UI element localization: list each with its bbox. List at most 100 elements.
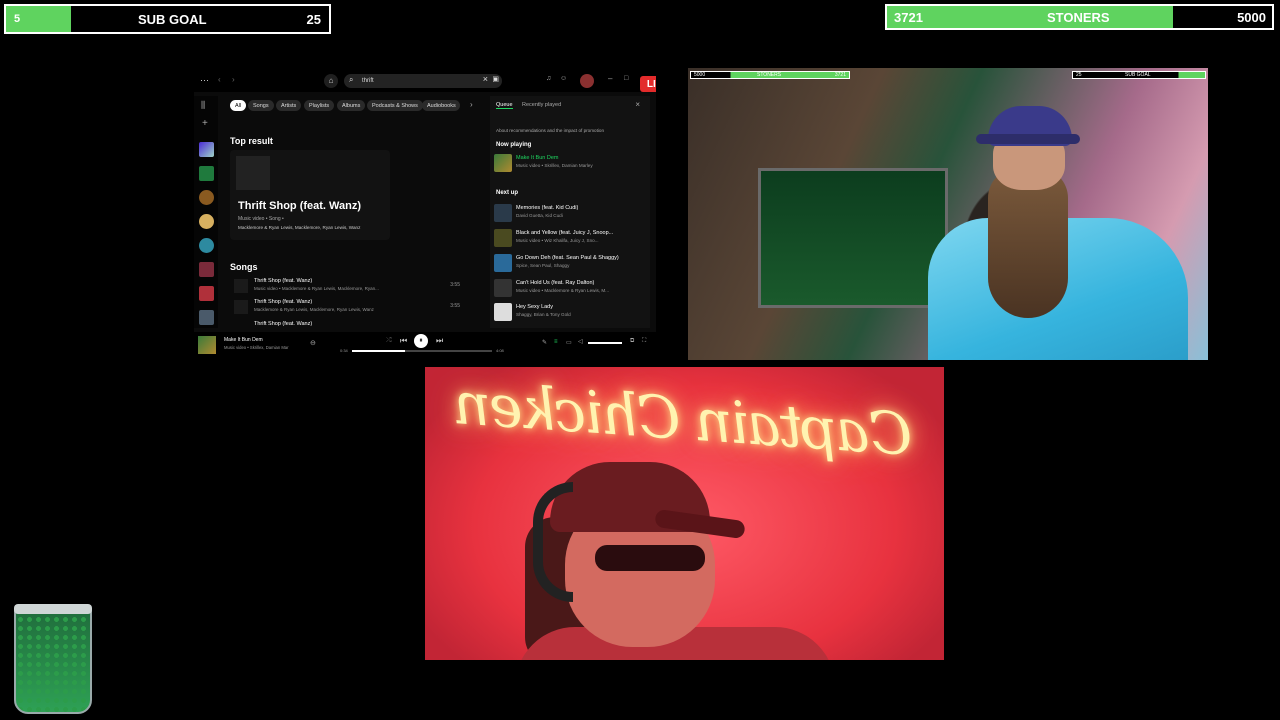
queue-item[interactable]: Can't Hold Us (feat. Ray Dalton) Music vi… [494, 279, 644, 297]
stoners-goal-bar: 3721 STONERS 5000 [885, 4, 1274, 30]
tab-queue[interactable]: Queue [496, 102, 513, 109]
top-result-heading: Top result [230, 136, 273, 146]
pc-case [758, 168, 948, 308]
queue-item[interactable]: Go Down Deh (feat. Sean Paul & Shaggy) Sp… [494, 254, 644, 272]
friends-icon[interactable]: ☺ [560, 75, 567, 82]
next-icon[interactable]: ⏭ [436, 336, 443, 346]
close-icon[interactable]: × [635, 100, 640, 109]
pause-button[interactable]: ⏸ [414, 334, 428, 348]
shuffle-icon[interactable]: ⤮ [386, 337, 392, 345]
filter-playlists[interactable]: Playlists [304, 100, 335, 111]
jar-widget [14, 604, 92, 714]
avatar[interactable] [580, 74, 594, 88]
mirrored-stoners-bar: 5000 STONERS 3721 [690, 71, 850, 79]
song-row[interactable]: Thrift Shop (feat. Wanz) [230, 319, 464, 329]
playlist-icon-5[interactable] [199, 286, 214, 301]
track-sub: Spice, Sean Paul, Shaggy [516, 263, 570, 268]
saved-episodes-icon[interactable] [199, 166, 214, 181]
jar-lid [14, 604, 92, 614]
track-art [494, 154, 512, 172]
lyrics-icon[interactable]: ✎ [542, 339, 547, 346]
bell-icon[interactable]: ♫ [546, 75, 551, 82]
chevron-right-icon[interactable]: › [470, 100, 473, 109]
track-art [494, 229, 512, 247]
sub-goal-target: 25 [306, 11, 321, 27]
tab-recently-played[interactable]: Recently played [522, 102, 561, 108]
filter-albums[interactable]: Albums [337, 100, 366, 111]
progress-track[interactable] [352, 350, 492, 352]
more-icon[interactable]: ⋯ [200, 75, 209, 86]
add-icon[interactable]: + [202, 118, 208, 129]
filter-songs[interactable]: Songs [248, 100, 274, 111]
miniplayer-icon[interactable]: ⧉ [630, 338, 634, 345]
forward-icon[interactable]: › [232, 75, 235, 84]
filter-audiobooks[interactable]: Audiobooks [422, 100, 460, 111]
liked-songs-icon[interactable] [199, 142, 214, 157]
search-input[interactable]: ⌕ thrift × ▣ [344, 74, 502, 88]
webcam-2: Captain Chicken [425, 367, 944, 660]
maximize-icon[interactable]: □ [624, 75, 628, 82]
library-icon[interactable]: ⫼ [201, 100, 205, 111]
mirrored-left: 5000 [694, 72, 706, 78]
browse-icon[interactable]: ▣ [492, 75, 499, 83]
queue-item[interactable]: Black and Yellow (feat. Juicy J, Snoop..… [494, 229, 644, 247]
top-result-card[interactable]: Thrift Shop (feat. Wanz) Music video • S… [230, 150, 390, 240]
playlist-icon-6[interactable] [199, 310, 214, 325]
device-icon[interactable]: ▭ [566, 339, 572, 346]
next-up-heading: Next up [496, 190, 519, 196]
clear-search-icon[interactable]: × [483, 74, 488, 84]
playlist-icon-2[interactable] [199, 214, 214, 229]
filter-all[interactable]: All [230, 100, 247, 111]
song-title: Thrift Shop (feat. Wanz) [254, 278, 313, 284]
streamer-beard [988, 168, 1068, 318]
now-playing-item[interactable]: Make It Bun Dem Music video • Skrillex, … [494, 154, 644, 172]
spotify-window: ⋯ ‹ › ⌂ ⌕ thrift × ▣ ♫ ☺ – □ LIVE ⫼ + Al… [194, 70, 656, 356]
add-to-playlist-icon[interactable]: ⊖ [310, 339, 316, 347]
track-title: Can't Hold Us (feat. Ray Dalton) [516, 280, 595, 286]
song-title: Thrift Shop (feat. Wanz) [254, 299, 313, 305]
search-icon: ⌕ [349, 75, 354, 84]
queue-item[interactable]: Memories (feat. Kid Cudi) David Guetta, K… [494, 204, 644, 222]
track-art [494, 279, 512, 297]
live-badge: LIVE [640, 76, 656, 92]
playlist-icon-3[interactable] [199, 238, 214, 253]
neon-sign: Captain Chicken [453, 369, 915, 469]
queue-note[interactable]: About recommendations and the impact of … [496, 128, 604, 133]
home-icon[interactable]: ⌂ [324, 74, 338, 88]
mirrored-sub-label: SUB GOAL [1125, 72, 1151, 78]
minimize-icon[interactable]: – [608, 74, 612, 83]
song-row[interactable]: Thrift Shop (feat. Wanz) Macklemore & Ry… [230, 297, 464, 317]
volume-icon[interactable]: ◁ [578, 338, 583, 345]
track-art [494, 303, 512, 321]
volume-slider[interactable] [588, 342, 622, 344]
queue-icon[interactable]: ≡ [554, 339, 558, 345]
track-title: Black and Yellow (feat. Juicy J, Snoop..… [516, 230, 614, 236]
song-artists: Macklemore & Ryan Lewis, Macklemore, Rya… [254, 307, 374, 312]
top-result-meta: Music video • Song • [238, 216, 284, 222]
stoners-goal-label: STONERS [1047, 9, 1110, 25]
track-title: Go Down Deh (feat. Sean Paul & Shaggy) [516, 255, 619, 261]
sub-goal-current: 5 [14, 13, 21, 25]
filter-podcasts[interactable]: Podcasts & Shows [367, 100, 423, 111]
player-bar: Make It Bun Dem Music video • Skrillex, … [194, 332, 656, 356]
track-title: Memories (feat. Kid Cudi) [516, 205, 579, 211]
song-row[interactable]: Thrift Shop (feat. Wanz) Music video • M… [230, 276, 464, 296]
fullscreen-icon[interactable]: ⛶ [642, 338, 646, 345]
previous-icon[interactable]: ⏮ [400, 336, 407, 346]
playlist-icon-4[interactable] [199, 262, 214, 277]
song-duration: 3:55 [450, 282, 460, 288]
song-art [234, 279, 248, 293]
playlist-icon-1[interactable] [199, 190, 214, 205]
back-icon[interactable]: ‹ [218, 75, 221, 84]
queue-item[interactable]: Hey Sexy Lady Shaggy, Brian & Tony Gold [494, 303, 644, 321]
filter-artists[interactable]: Artists [276, 100, 302, 111]
top-result-artists: Macklemore & Ryan Lewis, Macklemore, Rya… [238, 225, 361, 230]
player-artist[interactable]: Music video • Skrillex, Damian Mar [224, 345, 289, 350]
webcam-1: 5000 STONERS 3721 25 SUB GOAL [688, 68, 1208, 360]
player-track[interactable]: Make It Bun Dem [224, 337, 263, 343]
top-result-art [236, 156, 270, 190]
top-result-title: Thrift Shop (feat. Wanz) [238, 200, 362, 212]
stoners-goal-current: 3721 [894, 9, 923, 25]
track-art [494, 204, 512, 222]
mirrored-right: 3721 [834, 72, 846, 78]
